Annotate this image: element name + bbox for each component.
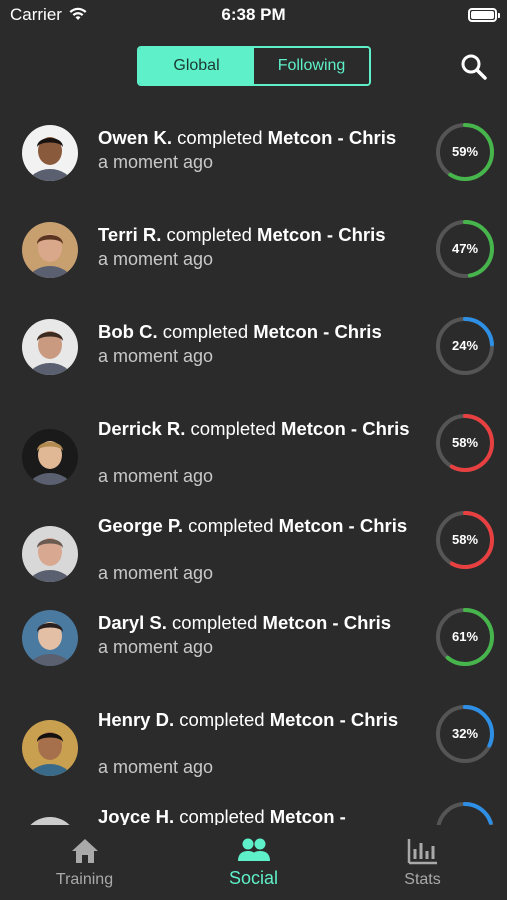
activity-text: Joyce H. completed Metcon - <box>98 805 428 825</box>
activity-verb: completed <box>185 418 282 439</box>
feed-item[interactable]: George P. completed Metcon - Chris a mome… <box>0 510 507 600</box>
tab-training[interactable]: Training <box>0 825 169 900</box>
status-bar: Carrier 6:38 PM <box>0 0 507 32</box>
user-name[interactable]: Henry D. <box>98 709 174 730</box>
feed-item[interactable]: Owen K. completed Metcon - Chris a moment… <box>0 122 507 212</box>
activity-text: Terri R. completed Metcon - Chris <box>98 223 428 246</box>
tab-global[interactable]: Global <box>139 48 254 84</box>
avatar[interactable] <box>22 319 78 375</box>
activity-verb: completed <box>183 515 279 536</box>
progress-ring: 61% <box>435 607 495 667</box>
activity-verb: completed <box>172 127 268 148</box>
progress-ring: 59% <box>435 122 495 182</box>
activity-verb: completed <box>174 806 270 825</box>
workout-name[interactable]: Metcon - <box>270 806 346 825</box>
feed-item[interactable]: Terri R. completed Metcon - Chris a momen… <box>0 219 507 309</box>
battery-icon <box>468 8 500 22</box>
progress-percent: 58% <box>451 532 479 547</box>
avatar[interactable] <box>22 125 78 181</box>
workout-name[interactable]: Metcon - Chris <box>253 321 381 342</box>
avatar[interactable] <box>22 817 78 825</box>
activity-text: Derrick R. completed Metcon - Chris <box>98 417 428 440</box>
activity-feed[interactable]: Owen K. completed Metcon - Chris a moment… <box>0 100 507 825</box>
tab-stats[interactable]: Stats <box>338 825 507 900</box>
timestamp: a moment ago <box>98 249 214 269</box>
tab-social-label: Social <box>228 868 279 888</box>
user-name[interactable]: George P. <box>98 515 183 536</box>
workout-name[interactable]: Metcon - Chris <box>268 127 396 148</box>
activity-verb: completed <box>157 321 254 342</box>
workout-name[interactable]: Metcon - Chris <box>279 515 407 536</box>
feed-item[interactable]: Daryl S. completed Metcon - Chris a momen… <box>0 607 507 697</box>
progress-percent: 59% <box>451 144 479 159</box>
workout-name[interactable]: Metcon - Chris <box>281 418 409 439</box>
progress-percent: 32% <box>451 726 479 741</box>
clock-time: 6:38 PM <box>221 5 286 24</box>
progress-percent <box>435 801 495 825</box>
people-icon <box>237 837 271 868</box>
user-name[interactable]: Terri R. <box>98 224 161 245</box>
user-name[interactable]: Owen K. <box>98 127 172 148</box>
user-name[interactable]: Daryl S. <box>98 612 167 633</box>
feed-item[interactable]: Joyce H. completed Metcon - <box>0 801 507 825</box>
workout-name[interactable]: Metcon - Chris <box>257 224 385 245</box>
progress-percent: 47% <box>451 241 479 256</box>
avatar[interactable] <box>22 610 78 666</box>
home-icon <box>70 837 100 870</box>
timestamp: a moment ago <box>98 466 214 486</box>
progress-percent: 58% <box>451 435 479 450</box>
activity-verb: completed <box>166 612 263 633</box>
activity-text: Henry D. completed Metcon - Chris <box>98 708 428 731</box>
feed-item[interactable]: Henry D. completed Metcon - Chris a momen… <box>0 704 507 794</box>
workout-name[interactable]: Metcon - Chris <box>270 709 398 730</box>
activity-verb: completed <box>161 224 258 245</box>
progress-ring: 58% <box>435 413 495 473</box>
bar-chart-icon <box>407 837 439 870</box>
timestamp: a moment ago <box>98 757 214 777</box>
activity-verb: completed <box>174 709 270 730</box>
feed-item[interactable]: Derrick R. completed Metcon - Chris a mom… <box>0 413 507 503</box>
tab-bar: Training Social Stats <box>0 825 507 900</box>
timestamp: a moment ago <box>98 563 214 583</box>
progress-ring: 47% <box>435 219 495 279</box>
feed-item[interactable]: Bob C. completed Metcon - Chris a moment … <box>0 316 507 406</box>
search-icon[interactable] <box>459 52 489 82</box>
tab-stats-label: Stats <box>404 871 441 888</box>
progress-ring: 24% <box>435 316 495 376</box>
activity-text: George P. completed Metcon - Chris <box>98 514 428 537</box>
activity-text: Owen K. completed Metcon - Chris <box>98 126 428 149</box>
user-name[interactable]: Bob C. <box>98 321 158 342</box>
activity-text: Daryl S. completed Metcon - Chris <box>98 611 428 634</box>
progress-percent: 24% <box>451 338 479 353</box>
feed-scope-toggle: Global Following <box>137 46 371 86</box>
progress-ring: 58% <box>435 510 495 570</box>
tab-following[interactable]: Following <box>254 48 369 84</box>
tab-training-label: Training <box>55 871 114 888</box>
avatar[interactable] <box>22 429 78 485</box>
progress-ring: 32% <box>435 704 495 764</box>
timestamp: a moment ago <box>98 152 214 172</box>
user-name[interactable]: Derrick R. <box>98 418 185 439</box>
timestamp: a moment ago <box>98 637 214 657</box>
activity-text: Bob C. completed Metcon - Chris <box>98 320 428 343</box>
avatar[interactable] <box>22 526 78 582</box>
timestamp: a moment ago <box>98 346 214 366</box>
avatar[interactable] <box>22 222 78 278</box>
user-name[interactable]: Joyce H. <box>98 806 174 825</box>
progress-ring <box>435 801 495 825</box>
workout-name[interactable]: Metcon - Chris <box>263 612 391 633</box>
tab-social[interactable]: Social <box>169 825 338 900</box>
progress-percent: 61% <box>451 629 479 644</box>
app-screen: Carrier 6:38 PM Global Following Owen K.… <box>0 0 507 900</box>
avatar[interactable] <box>22 720 78 776</box>
